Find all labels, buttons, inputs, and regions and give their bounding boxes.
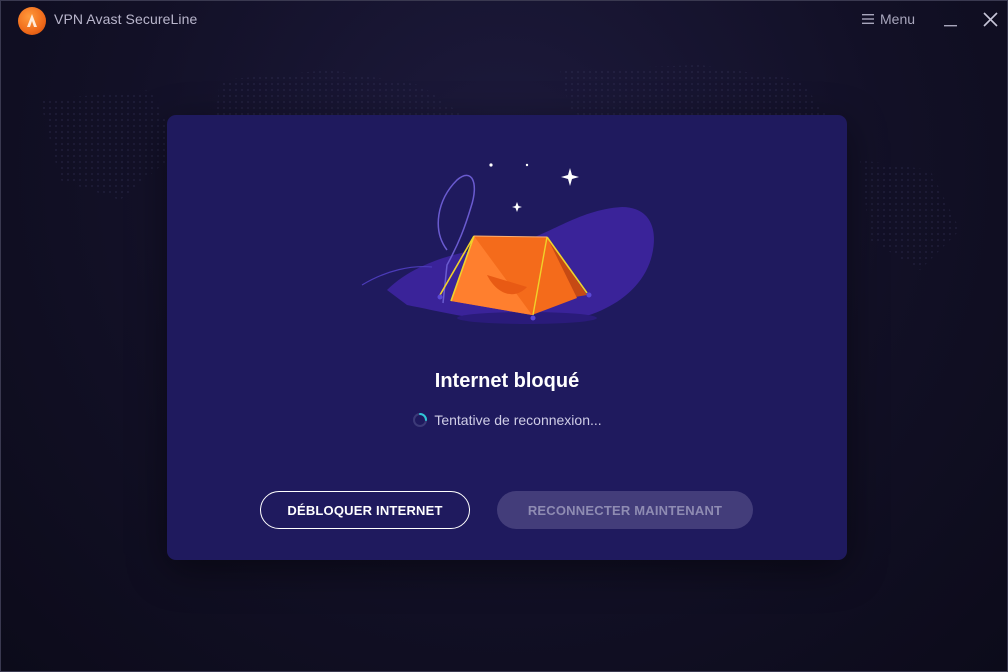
dialog-title: Internet bloqué bbox=[434, 370, 580, 392]
menu-label: Menu bbox=[880, 11, 916, 27]
status-text: Tentative de reconnexion... bbox=[434, 412, 602, 428]
menu-button[interactable]: Menu bbox=[862, 11, 915, 27]
minimize-icon bbox=[944, 25, 957, 27]
reconnect-now-button[interactable]: RECONNECTER MAINTENANT bbox=[497, 491, 753, 529]
avast-logo-icon bbox=[18, 7, 46, 35]
internet-blocked-dialog: Internet bloqué Tentative de reconnexion… bbox=[167, 115, 847, 560]
close-icon bbox=[983, 12, 998, 27]
hamburger-menu-icon bbox=[862, 14, 874, 24]
title-bar: VPN Avast SecureLine Menu bbox=[0, 0, 1008, 40]
close-button[interactable] bbox=[980, 10, 1002, 30]
unblock-internet-button[interactable]: DÉBLOQUER INTERNET bbox=[260, 491, 470, 529]
stars bbox=[489, 163, 579, 212]
tent-illustration bbox=[361, 163, 654, 324]
loading-spinner-icon bbox=[413, 413, 428, 427]
minimize-button[interactable] bbox=[940, 10, 962, 30]
reconnect-status: Tentative de reconnexion... bbox=[167, 412, 847, 428]
app-title: VPN Avast SecureLine bbox=[54, 11, 198, 27]
